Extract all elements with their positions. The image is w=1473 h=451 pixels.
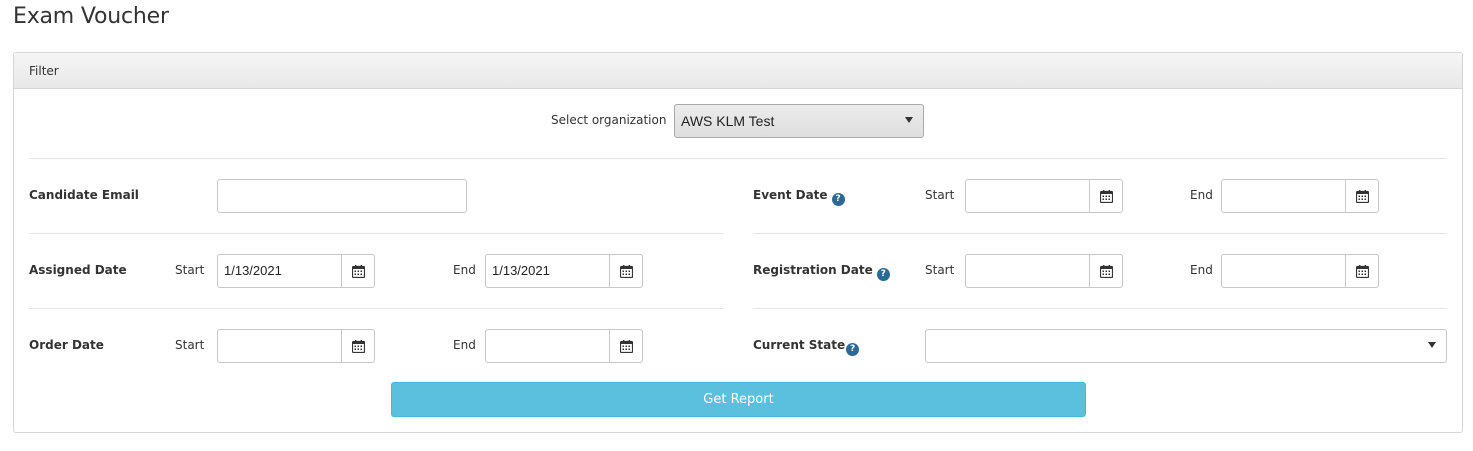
registration-date-start-label: Start xyxy=(925,263,955,277)
registration-date-end-value xyxy=(1222,255,1345,287)
event-date-start-label: Start xyxy=(925,188,955,202)
assigned-date-end-label: End xyxy=(453,263,476,277)
assigned-date-label: Assigned Date xyxy=(29,263,127,277)
registration-date-label: Registration Date? xyxy=(753,263,890,281)
help-icon[interactable]: ? xyxy=(846,342,860,356)
candidate-email-field[interactable] xyxy=(217,179,467,213)
help-icon[interactable]: ? xyxy=(876,267,890,281)
calendar-icon[interactable] xyxy=(609,330,642,362)
registration-date-start-field[interactable] xyxy=(965,254,1123,288)
order-date-label: Order Date xyxy=(29,338,104,352)
assigned-date-end-value: 1/13/2021 xyxy=(492,263,550,278)
divider xyxy=(29,158,1447,159)
registration-date-end-field[interactable] xyxy=(1221,254,1379,288)
chevron-down-icon xyxy=(905,117,913,123)
calendar-icon[interactable] xyxy=(1345,180,1378,212)
assigned-date-start-label: Start xyxy=(175,263,205,277)
order-date-start-value xyxy=(218,330,341,362)
order-date-end-field[interactable] xyxy=(485,329,643,363)
divider xyxy=(753,233,1447,234)
current-state-select[interactable] xyxy=(925,329,1447,363)
calendar-icon[interactable] xyxy=(341,255,374,287)
divider xyxy=(29,233,724,234)
event-date-label-text: Event Date xyxy=(753,188,828,202)
registration-date-start-value xyxy=(966,255,1089,287)
divider xyxy=(753,308,1447,309)
calendar-icon[interactable] xyxy=(1089,180,1122,212)
order-date-end-value xyxy=(486,330,609,362)
filter-panel-heading: Filter xyxy=(14,53,1462,89)
event-date-end-field[interactable] xyxy=(1221,179,1379,213)
order-date-start-field[interactable] xyxy=(217,329,375,363)
filter-panel: Filter Select organization AWS KLM Test … xyxy=(13,52,1463,433)
divider xyxy=(29,308,724,309)
calendar-icon[interactable] xyxy=(609,255,642,287)
event-date-label: Event Date? xyxy=(753,188,845,206)
page-title: Exam Voucher xyxy=(13,4,169,29)
event-date-end-value xyxy=(1222,180,1345,212)
order-date-start-label: Start xyxy=(175,338,205,352)
current-state-label: Current State? xyxy=(753,338,860,356)
registration-date-label-text: Registration Date xyxy=(753,263,873,277)
event-date-start-value xyxy=(966,180,1089,212)
calendar-icon[interactable] xyxy=(1345,255,1378,287)
order-date-end-label: End xyxy=(453,338,476,352)
organization-select[interactable]: AWS KLM Test xyxy=(674,104,924,138)
candidate-email-label: Candidate Email xyxy=(29,188,139,202)
registration-date-end-label: End xyxy=(1190,263,1213,277)
event-date-start-field[interactable] xyxy=(965,179,1123,213)
calendar-icon[interactable] xyxy=(1089,255,1122,287)
assigned-date-start-value: 1/13/2021 xyxy=(224,263,282,278)
organization-label: Select organization xyxy=(551,113,667,127)
organization-selected-value: AWS KLM Test xyxy=(681,113,775,129)
calendar-icon[interactable] xyxy=(341,330,374,362)
help-icon[interactable]: ? xyxy=(831,192,845,206)
get-report-button[interactable]: Get Report xyxy=(391,382,1086,417)
event-date-end-label: End xyxy=(1190,188,1213,202)
chevron-down-icon xyxy=(1428,342,1436,348)
current-state-label-text: Current State xyxy=(753,338,846,352)
assigned-date-start-field[interactable]: 1/13/2021 xyxy=(217,254,375,288)
assigned-date-end-field[interactable]: 1/13/2021 xyxy=(485,254,643,288)
